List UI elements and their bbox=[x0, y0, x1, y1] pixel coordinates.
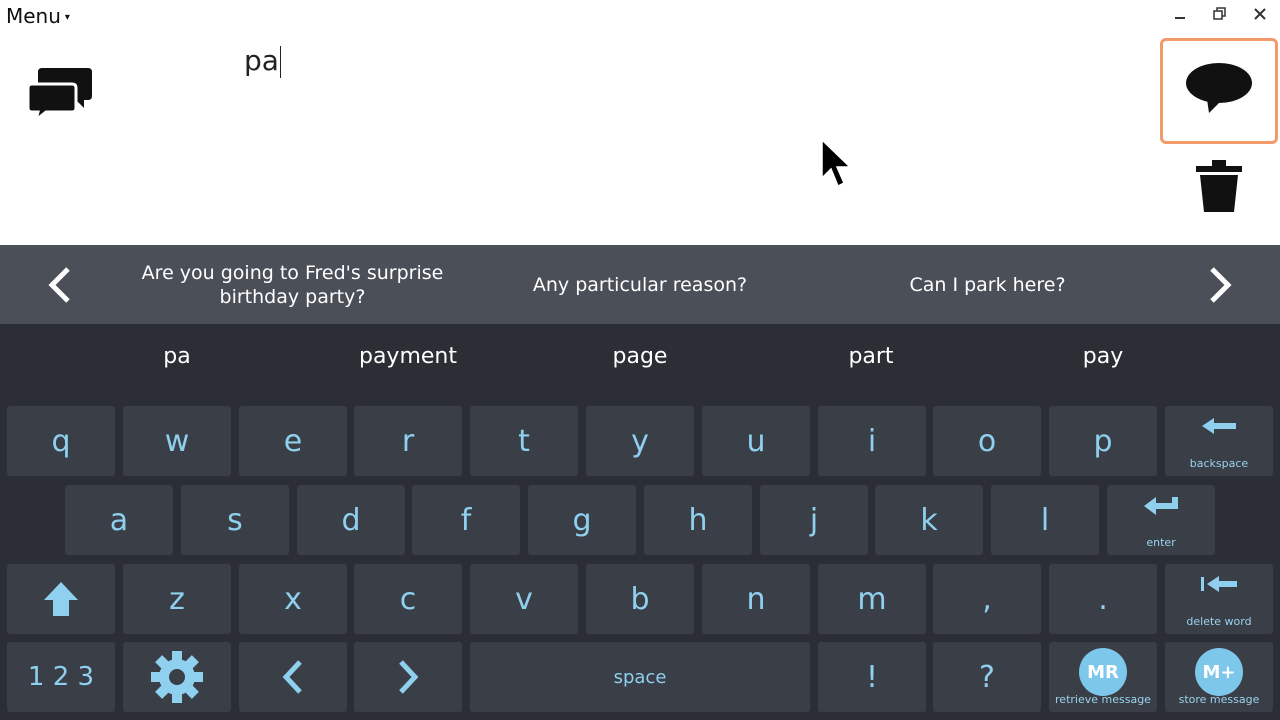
keyboard: pa payment page part pay q w e r t y u i… bbox=[0, 324, 1280, 720]
phrase-label: Can I park here? bbox=[909, 273, 1066, 296]
mplus-badge: M+ bbox=[1195, 648, 1243, 696]
prediction-item[interactable]: page bbox=[540, 344, 740, 369]
key-d[interactable]: d bbox=[297, 485, 405, 555]
shift-arrow-icon bbox=[44, 582, 78, 616]
previous-phrases-button[interactable] bbox=[46, 265, 74, 309]
minimize-icon[interactable] bbox=[1173, 6, 1187, 25]
numbers-key[interactable]: 1 2 3 bbox=[7, 642, 115, 712]
retrieve-message-key[interactable]: MR retrieve message bbox=[1049, 642, 1157, 712]
delete-word-key[interactable]: delete word bbox=[1165, 564, 1273, 634]
key-w[interactable]: w bbox=[123, 406, 231, 476]
shift-key[interactable] bbox=[7, 564, 115, 634]
key-c[interactable]: c bbox=[354, 564, 462, 634]
phrase-label: Are you going to Fred's surprise birthda… bbox=[141, 261, 444, 308]
key-f[interactable]: f bbox=[412, 485, 520, 555]
cursor-right-key[interactable] bbox=[354, 642, 462, 712]
speech-bubble-icon bbox=[1186, 63, 1252, 113]
store-message-key[interactable]: M+ store message bbox=[1165, 642, 1273, 712]
message-area: Menu ▾ pa bbox=[0, 0, 1280, 245]
phrase-bar: Are you going to Fred's surprise birthda… bbox=[0, 245, 1280, 324]
message-text-field[interactable]: pa bbox=[244, 44, 281, 78]
prediction-item[interactable]: pay bbox=[1003, 344, 1203, 369]
mouse-pointer-icon bbox=[820, 138, 854, 194]
chevron-right-icon bbox=[399, 660, 419, 694]
key-s[interactable]: s bbox=[181, 485, 289, 555]
space-key[interactable]: space bbox=[470, 642, 810, 712]
speak-button[interactable] bbox=[1160, 38, 1278, 144]
key-n[interactable]: n bbox=[702, 564, 810, 634]
key-k[interactable]: k bbox=[875, 485, 983, 555]
key-period[interactable]: . bbox=[1049, 564, 1157, 634]
trash-icon[interactable] bbox=[1196, 158, 1242, 218]
prediction-item[interactable]: payment bbox=[308, 344, 508, 369]
backspace-label: backspace bbox=[1189, 457, 1249, 470]
key-v[interactable]: v bbox=[470, 564, 578, 634]
menu-caret-icon: ▾ bbox=[64, 12, 70, 23]
key-comma[interactable]: , bbox=[933, 564, 1041, 634]
key-u[interactable]: u bbox=[702, 406, 810, 476]
key-x[interactable]: x bbox=[239, 564, 347, 634]
menu-button[interactable]: Menu ▾ bbox=[6, 4, 70, 28]
prediction-item[interactable]: part bbox=[771, 344, 971, 369]
key-m[interactable]: m bbox=[818, 564, 926, 634]
key-p[interactable]: p bbox=[1049, 406, 1157, 476]
phrase-item[interactable]: Are you going to Fred's surprise birthda… bbox=[120, 245, 465, 324]
enter-arrow-icon bbox=[1107, 495, 1215, 517]
key-a[interactable]: a bbox=[65, 485, 173, 555]
key-z[interactable]: z bbox=[123, 564, 231, 634]
delete-word-icon bbox=[1165, 574, 1273, 594]
cursor-left-key[interactable] bbox=[239, 642, 347, 712]
key-i[interactable]: i bbox=[818, 406, 926, 476]
delete-word-label: delete word bbox=[1186, 615, 1252, 628]
retrieve-message-label: retrieve message bbox=[1055, 693, 1151, 706]
gear-icon bbox=[151, 651, 203, 703]
enter-label: enter bbox=[1146, 536, 1176, 549]
conversation-icon[interactable] bbox=[26, 66, 94, 126]
store-message-label: store message bbox=[1178, 693, 1260, 706]
key-h[interactable]: h bbox=[644, 485, 752, 555]
menu-label: Menu bbox=[6, 4, 61, 28]
key-o[interactable]: o bbox=[933, 406, 1041, 476]
key-e[interactable]: e bbox=[239, 406, 347, 476]
settings-key[interactable] bbox=[123, 642, 231, 712]
key-l[interactable]: l bbox=[991, 485, 1099, 555]
key-b[interactable]: b bbox=[586, 564, 694, 634]
mr-badge: MR bbox=[1079, 648, 1127, 696]
key-y[interactable]: y bbox=[586, 406, 694, 476]
prediction-item[interactable]: pa bbox=[77, 344, 277, 369]
phrase-item[interactable]: Any particular reason? bbox=[490, 245, 790, 324]
restore-icon[interactable] bbox=[1212, 6, 1228, 26]
phrase-label: Any particular reason? bbox=[532, 273, 748, 296]
close-icon[interactable] bbox=[1252, 6, 1268, 26]
key-question[interactable]: ? bbox=[933, 642, 1041, 712]
next-phrases-button[interactable] bbox=[1206, 265, 1234, 309]
backspace-key[interactable]: backspace bbox=[1165, 406, 1273, 476]
key-g[interactable]: g bbox=[528, 485, 636, 555]
chevron-left-icon bbox=[282, 660, 302, 694]
key-j[interactable]: j bbox=[760, 485, 868, 555]
text-caret bbox=[279, 46, 281, 78]
message-text: pa bbox=[244, 44, 279, 77]
key-r[interactable]: r bbox=[354, 406, 462, 476]
key-exclamation[interactable]: ! bbox=[818, 642, 926, 712]
phrase-item[interactable]: Can I park here? bbox=[850, 245, 1125, 324]
backspace-arrow-icon bbox=[1165, 416, 1273, 436]
key-q[interactable]: q bbox=[7, 406, 115, 476]
key-t[interactable]: t bbox=[470, 406, 578, 476]
enter-key[interactable]: enter bbox=[1107, 485, 1215, 555]
